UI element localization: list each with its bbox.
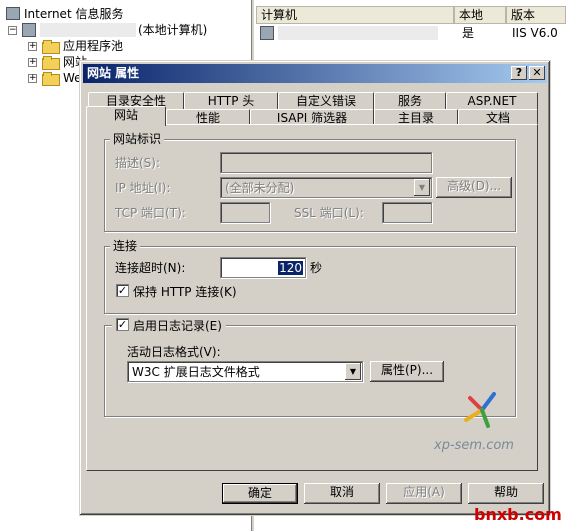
ip-address-select[interactable]: (全部未分配) ▼ [220, 177, 432, 198]
column-header-local[interactable]: 本地 [454, 6, 506, 24]
keepalive-label[interactable]: 保持 HTTP 连接(K) [133, 285, 237, 299]
iis-icon [6, 7, 20, 20]
help-button[interactable]: 帮助 [468, 483, 544, 504]
group-label-identity: 网站标识 [110, 132, 165, 146]
watermark-text: xp-sem.com [434, 438, 514, 453]
cancel-button[interactable]: 取消 [304, 483, 380, 504]
column-header-version[interactable]: 版本 [506, 6, 566, 24]
column-header-computer[interactable]: 计算机 [256, 6, 454, 24]
ip-address-label: IP 地址(I): [115, 181, 171, 195]
expand-icon[interactable]: + [28, 42, 37, 51]
list-cell-version: IIS V6.0 [512, 26, 558, 40]
group-label-connection: 连接 [110, 239, 141, 253]
tree-root-label: Internet 信息服务 [24, 7, 124, 21]
tab-aspnet[interactable]: ASP.NET [446, 92, 538, 110]
ssl-port-field[interactable] [382, 202, 432, 223]
timeout-unit-label: 秒 [310, 261, 323, 275]
tcp-port-label: TCP 端口(T): [115, 206, 186, 220]
computer-suffix: (本地计算机) [138, 23, 208, 37]
ssl-port-label: SSL 端口(L): [294, 206, 364, 220]
close-icon[interactable]: ✕ [529, 66, 545, 80]
keepalive-checkbox[interactable]: ✓ [116, 284, 129, 297]
dropdown-arrow-icon[interactable]: ▼ [414, 179, 430, 196]
description-label: 描述(S): [115, 156, 161, 170]
ok-button[interactable]: 确定 [222, 483, 298, 504]
enable-logging-label[interactable]: 启用日志记录(E) [133, 319, 222, 333]
list-row[interactable]: 是 IIS V6.0 [258, 25, 564, 41]
computer-icon [22, 23, 36, 37]
dialog-titlebar[interactable]: 网站 属性 ? ✕ [83, 64, 547, 83]
redacted-computer-name [278, 26, 438, 40]
description-field[interactable] [220, 152, 432, 173]
log-properties-button[interactable]: 属性(P)... [370, 361, 444, 382]
advanced-button[interactable]: 高级(D)... [436, 177, 512, 198]
tab-custom-errors[interactable]: 自定义错误 [278, 92, 374, 110]
list-cell-local: 是 [462, 26, 475, 40]
collapse-icon[interactable]: − [8, 26, 17, 35]
log-format-value: W3C 扩展日志文件格式 [132, 365, 260, 379]
log-format-select[interactable]: W3C 扩展日志文件格式 ▼ [127, 361, 363, 382]
tab-service[interactable]: 服务 [374, 92, 446, 110]
expand-icon[interactable]: + [28, 74, 37, 83]
computer-icon [260, 26, 274, 40]
connection-timeout-label: 连接超时(N): [115, 261, 186, 275]
group-connection [104, 246, 516, 314]
log-format-label: 活动日志格式(V): [127, 345, 221, 359]
folder-icon [42, 56, 60, 70]
connection-timeout-value: 120 [278, 261, 303, 275]
apply-button[interactable]: 应用(A) [386, 483, 462, 504]
tree-computer[interactable]: − (本地计算机) [8, 22, 248, 38]
watermark-logo [464, 392, 496, 428]
enable-logging-checkbox[interactable]: ✓ [116, 318, 129, 331]
ip-address-value: (全部未分配) [225, 181, 295, 195]
folder-icon [42, 72, 60, 86]
tab-http-headers[interactable]: HTTP 头 [184, 92, 278, 110]
tcp-port-field[interactable] [220, 202, 270, 223]
help-icon[interactable]: ? [511, 66, 527, 80]
dropdown-arrow-icon[interactable]: ▼ [345, 363, 361, 380]
expand-icon[interactable]: + [28, 58, 37, 67]
connection-timeout-input[interactable]: 120 [220, 257, 306, 278]
dialog-title: 网站 属性 [87, 66, 140, 80]
brand-watermark: bnxb.com [474, 505, 562, 524]
folder-icon [42, 40, 60, 54]
tab-website[interactable]: 网站 [86, 106, 166, 126]
tree-item-label: 应用程序池 [63, 39, 124, 53]
redacted-computer-name [40, 23, 136, 37]
